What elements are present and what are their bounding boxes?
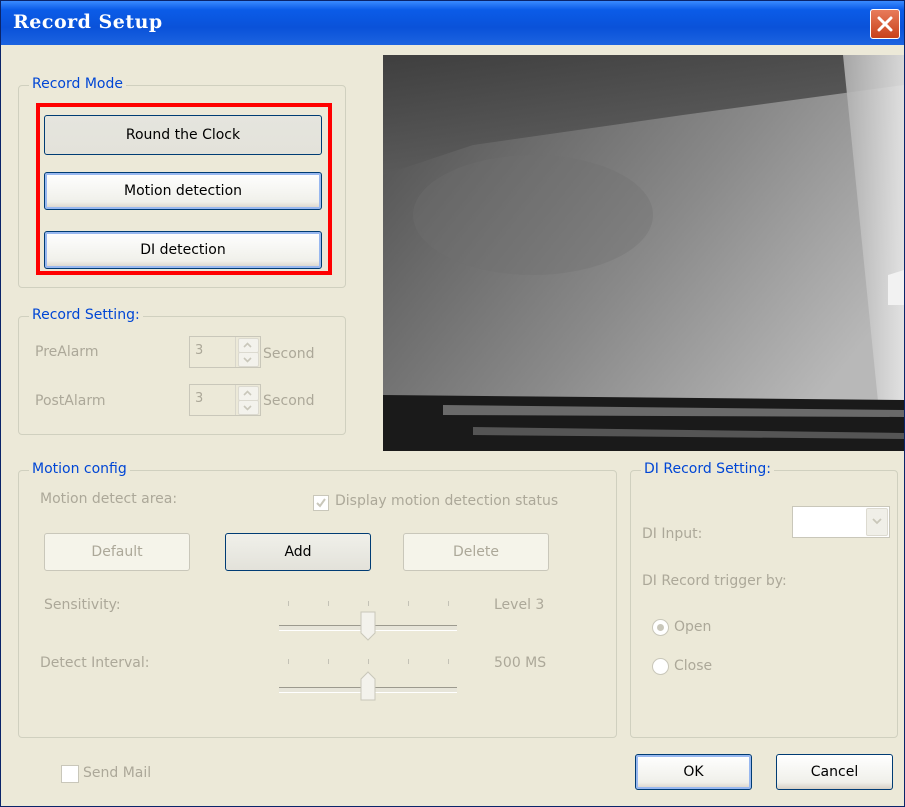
prealarm-spin-arrows bbox=[235, 337, 260, 367]
prealarm-unit: Second bbox=[263, 346, 315, 362]
motion-detection-button[interactable]: Motion detection bbox=[44, 172, 322, 210]
radio-selected-dot bbox=[657, 624, 664, 631]
sensitivity-value: Level 3 bbox=[494, 597, 545, 613]
prealarm-up-arrow[interactable] bbox=[238, 338, 259, 353]
di-input-label: DI Input: bbox=[642, 526, 703, 542]
di-input-dropdown-button[interactable] bbox=[866, 508, 888, 536]
record-setup-dialog: Record Setup Record Mode Round the Clock… bbox=[0, 0, 905, 807]
di-input-select[interactable] bbox=[792, 506, 890, 538]
round-the-clock-button[interactable]: Round the Clock bbox=[44, 115, 322, 155]
add-button[interactable]: Add bbox=[225, 533, 371, 571]
slider-thumb-icon bbox=[360, 671, 376, 701]
send-mail-label: Send Mail bbox=[83, 765, 152, 781]
detect-interval-value: 500 MS bbox=[494, 655, 547, 671]
close-radio-label: Close bbox=[674, 658, 713, 674]
postalarm-value: 3 bbox=[195, 391, 204, 406]
chevron-up-icon bbox=[243, 390, 252, 396]
postalarm-label: PostAlarm bbox=[35, 393, 106, 409]
checkmark-icon bbox=[316, 498, 326, 508]
chevron-down-icon bbox=[243, 357, 252, 363]
slider-tick bbox=[368, 659, 369, 664]
sensitivity-slider-thumb[interactable] bbox=[360, 611, 376, 641]
ok-button[interactable]: OK bbox=[635, 754, 752, 790]
close-icon bbox=[877, 16, 893, 32]
record-mode-legend: Record Mode bbox=[29, 76, 126, 92]
detect-interval-slider-thumb[interactable] bbox=[360, 671, 376, 701]
chevron-down-icon bbox=[243, 405, 252, 411]
open-radio-label: Open bbox=[674, 619, 712, 635]
display-status-checkbox[interactable] bbox=[313, 495, 329, 511]
record-setting-legend: Record Setting: bbox=[29, 307, 143, 323]
delete-button[interactable]: Delete bbox=[403, 533, 549, 571]
send-mail-checkbox[interactable] bbox=[61, 765, 79, 783]
camera-preview-image bbox=[383, 55, 904, 451]
postalarm-unit: Second bbox=[263, 393, 315, 409]
slider-tick bbox=[368, 601, 369, 606]
slider-tick bbox=[328, 659, 329, 664]
camera-preview bbox=[383, 55, 904, 451]
record-setting-group: Record Setting: bbox=[18, 307, 346, 435]
window-title: Record Setup bbox=[13, 11, 163, 33]
slider-tick bbox=[408, 601, 409, 606]
slider-tick bbox=[288, 659, 289, 664]
sensitivity-label: Sensitivity: bbox=[44, 597, 121, 613]
postalarm-up-arrow[interactable] bbox=[238, 386, 259, 401]
slider-tick bbox=[448, 659, 449, 664]
detect-interval-slider[interactable] bbox=[279, 657, 457, 701]
prealarm-down-arrow[interactable] bbox=[238, 352, 259, 367]
default-button[interactable]: Default bbox=[44, 533, 190, 571]
slider-tick bbox=[448, 601, 449, 606]
slider-tick bbox=[328, 601, 329, 606]
prealarm-label: PreAlarm bbox=[35, 344, 99, 360]
postalarm-down-arrow[interactable] bbox=[238, 400, 259, 415]
postalarm-spin-arrows bbox=[235, 385, 260, 415]
chevron-up-icon bbox=[243, 342, 252, 348]
motion-detect-area-label: Motion detect area: bbox=[40, 491, 178, 507]
motion-config-legend: Motion config bbox=[29, 461, 130, 477]
di-trigger-label: DI Record trigger by: bbox=[642, 573, 787, 589]
display-status-label: Display motion detection status bbox=[335, 493, 559, 509]
close-button[interactable] bbox=[870, 9, 900, 39]
cancel-button[interactable]: Cancel bbox=[776, 754, 893, 790]
prealarm-value: 3 bbox=[195, 343, 204, 358]
postalarm-spinner[interactable]: 3 bbox=[189, 384, 261, 416]
slider-tick bbox=[408, 659, 409, 664]
sensitivity-slider[interactable] bbox=[279, 599, 457, 641]
slider-tick bbox=[288, 601, 289, 606]
close-radio[interactable] bbox=[652, 658, 669, 675]
di-detection-button[interactable]: DI detection bbox=[44, 231, 322, 269]
title-bar[interactable]: Record Setup bbox=[1, 1, 904, 45]
detect-interval-label: Detect Interval: bbox=[40, 655, 150, 671]
open-radio[interactable] bbox=[652, 619, 669, 636]
di-record-setting-legend: DI Record Setting: bbox=[641, 461, 775, 477]
prealarm-spinner[interactable]: 3 bbox=[189, 336, 261, 368]
chevron-down-icon bbox=[872, 518, 882, 525]
slider-thumb-icon bbox=[360, 611, 376, 641]
